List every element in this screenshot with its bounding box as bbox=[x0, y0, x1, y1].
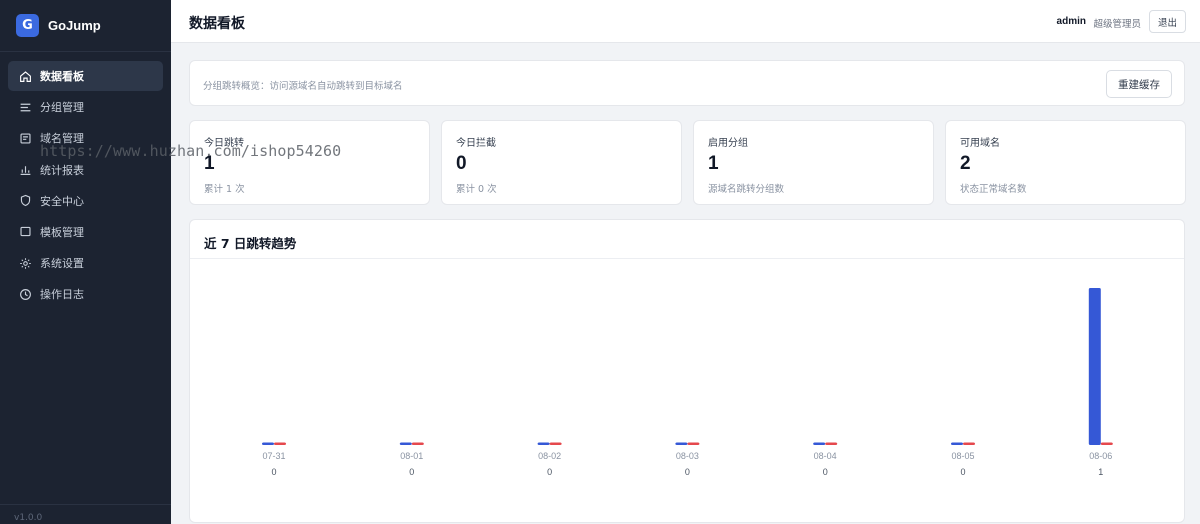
stat-label: 今日拦截 bbox=[456, 138, 496, 149]
user-name: admin bbox=[1056, 16, 1086, 27]
chart-bar bbox=[549, 442, 562, 445]
stat-label: 可用域名 bbox=[960, 138, 1000, 149]
shield-icon bbox=[18, 194, 32, 208]
brand[interactable]: G GoJump bbox=[0, 0, 171, 52]
list-icon bbox=[18, 100, 32, 114]
app-name: GoJump bbox=[48, 18, 101, 33]
square-icon bbox=[18, 225, 32, 239]
overview-text: 分组跳转概览：访问源域名自动跳转到目标域名 bbox=[203, 81, 403, 92]
x-tick-label: 08-04 bbox=[814, 451, 837, 461]
sidebar-item-groups[interactable]: 分组管理 bbox=[8, 92, 163, 122]
x-tick-label: 08-03 bbox=[676, 451, 699, 461]
chart-bar bbox=[675, 442, 688, 445]
logout-button[interactable]: 退出 bbox=[1149, 10, 1186, 33]
x-tick-label: 08-02 bbox=[538, 451, 561, 461]
chart-bar bbox=[1088, 288, 1101, 445]
data-count-label: 1 bbox=[1098, 467, 1103, 477]
stat-subtext: 累计 0 次 bbox=[456, 184, 497, 195]
stat-card-today-blocks: 今日拦截 0 累计 0 次 bbox=[441, 120, 682, 205]
chart-bar bbox=[411, 442, 424, 445]
stat-card-available-domains: 可用域名 2 状态正常域名数 bbox=[945, 120, 1186, 205]
overview-card: 分组跳转概览：访问源域名自动跳转到目标域名 重建缓存 bbox=[189, 60, 1185, 106]
sidebar: G GoJump 数据看板 分组管理 域名管理 统计报表 安全中心 模板管理 系… bbox=[0, 0, 171, 524]
data-count-label: 0 bbox=[409, 467, 414, 477]
watermark-text: https://www.huzhan.com/ishop54260 bbox=[40, 142, 342, 160]
app-version: v1.0.0 bbox=[0, 504, 171, 524]
chart-bar bbox=[963, 442, 975, 445]
stat-value: 2 bbox=[960, 153, 971, 174]
stat-card-active-groups: 启用分组 1 源域名跳转分组数 bbox=[693, 120, 934, 205]
sidebar-item-label: 系统设置 bbox=[40, 257, 84, 271]
top-header: 数据看板 admin 超级管理员 退出 bbox=[171, 0, 1200, 43]
sidebar-item-settings[interactable]: 系统设置 bbox=[8, 248, 163, 278]
chart-bar bbox=[399, 442, 412, 445]
data-count-label: 0 bbox=[271, 467, 276, 477]
stat-subtext: 状态正常域名数 bbox=[960, 184, 1027, 195]
data-count-label: 0 bbox=[685, 467, 690, 477]
stat-subtext: 源域名跳转分组数 bbox=[708, 184, 785, 195]
x-tick-label: 08-05 bbox=[951, 451, 974, 461]
chart-bar bbox=[687, 442, 700, 445]
stat-subtext: 累计 1 次 bbox=[204, 184, 245, 195]
sidebar-nav: 数据看板 分组管理 域名管理 统计报表 安全中心 模板管理 系统设置 操作日志 bbox=[0, 52, 171, 309]
chart-bar bbox=[262, 442, 274, 445]
bar-chart-icon bbox=[18, 163, 32, 177]
sidebar-item-label: 模板管理 bbox=[40, 225, 84, 239]
sidebar-item-templates[interactable]: 模板管理 bbox=[8, 217, 163, 247]
sidebar-item-label: 操作日志 bbox=[40, 288, 84, 302]
document-icon bbox=[18, 131, 32, 145]
trend-chart-card: 近 7 日跳转趋势 07-31 0 08-01 0 08-02 0 08-03 0 08-04 0… bbox=[189, 219, 1185, 523]
sidebar-item-label: 安全中心 bbox=[40, 194, 84, 208]
user-role: 超级管理员 bbox=[1093, 19, 1141, 30]
chart-bar bbox=[1100, 442, 1113, 445]
home-icon bbox=[18, 69, 32, 83]
sidebar-item-label: 分组管理 bbox=[40, 101, 84, 115]
data-count-label: 0 bbox=[823, 467, 828, 477]
sidebar-item-label: 统计报表 bbox=[40, 163, 84, 177]
sidebar-item-logs[interactable]: 操作日志 bbox=[8, 279, 163, 309]
trend-chart: 07-31 0 08-01 0 08-02 0 08-03 0 08-04 0 08-05 0 08-0… bbox=[262, 288, 1113, 477]
data-count-label: 0 bbox=[960, 467, 965, 477]
x-tick-label: 07-31 bbox=[262, 451, 285, 461]
chart-bar bbox=[825, 442, 838, 445]
x-tick-label: 08-06 bbox=[1089, 451, 1112, 461]
gear-icon bbox=[18, 256, 32, 270]
data-count-label: 0 bbox=[547, 467, 552, 477]
rebuild-cache-button[interactable]: 重建缓存 bbox=[1106, 70, 1172, 98]
sidebar-item-security[interactable]: 安全中心 bbox=[8, 186, 163, 216]
sidebar-item-label: 数据看板 bbox=[40, 70, 84, 83]
stat-value: 1 bbox=[708, 153, 719, 174]
chart-bar bbox=[274, 442, 286, 445]
stat-card-today-jumps: 今日跳转 1 累计 1 次 bbox=[189, 120, 430, 205]
page-title: 数据看板 bbox=[189, 16, 245, 32]
sidebar-item-dashboard[interactable]: 数据看板 bbox=[8, 61, 163, 91]
chart-bar bbox=[951, 442, 963, 445]
app-logo: G bbox=[16, 14, 39, 37]
chart-bar bbox=[537, 442, 550, 445]
stat-value: 0 bbox=[456, 153, 467, 174]
clock-icon bbox=[18, 287, 32, 301]
x-tick-label: 08-01 bbox=[400, 451, 423, 461]
chart-bar bbox=[813, 442, 826, 445]
stat-label: 启用分组 bbox=[708, 138, 748, 149]
